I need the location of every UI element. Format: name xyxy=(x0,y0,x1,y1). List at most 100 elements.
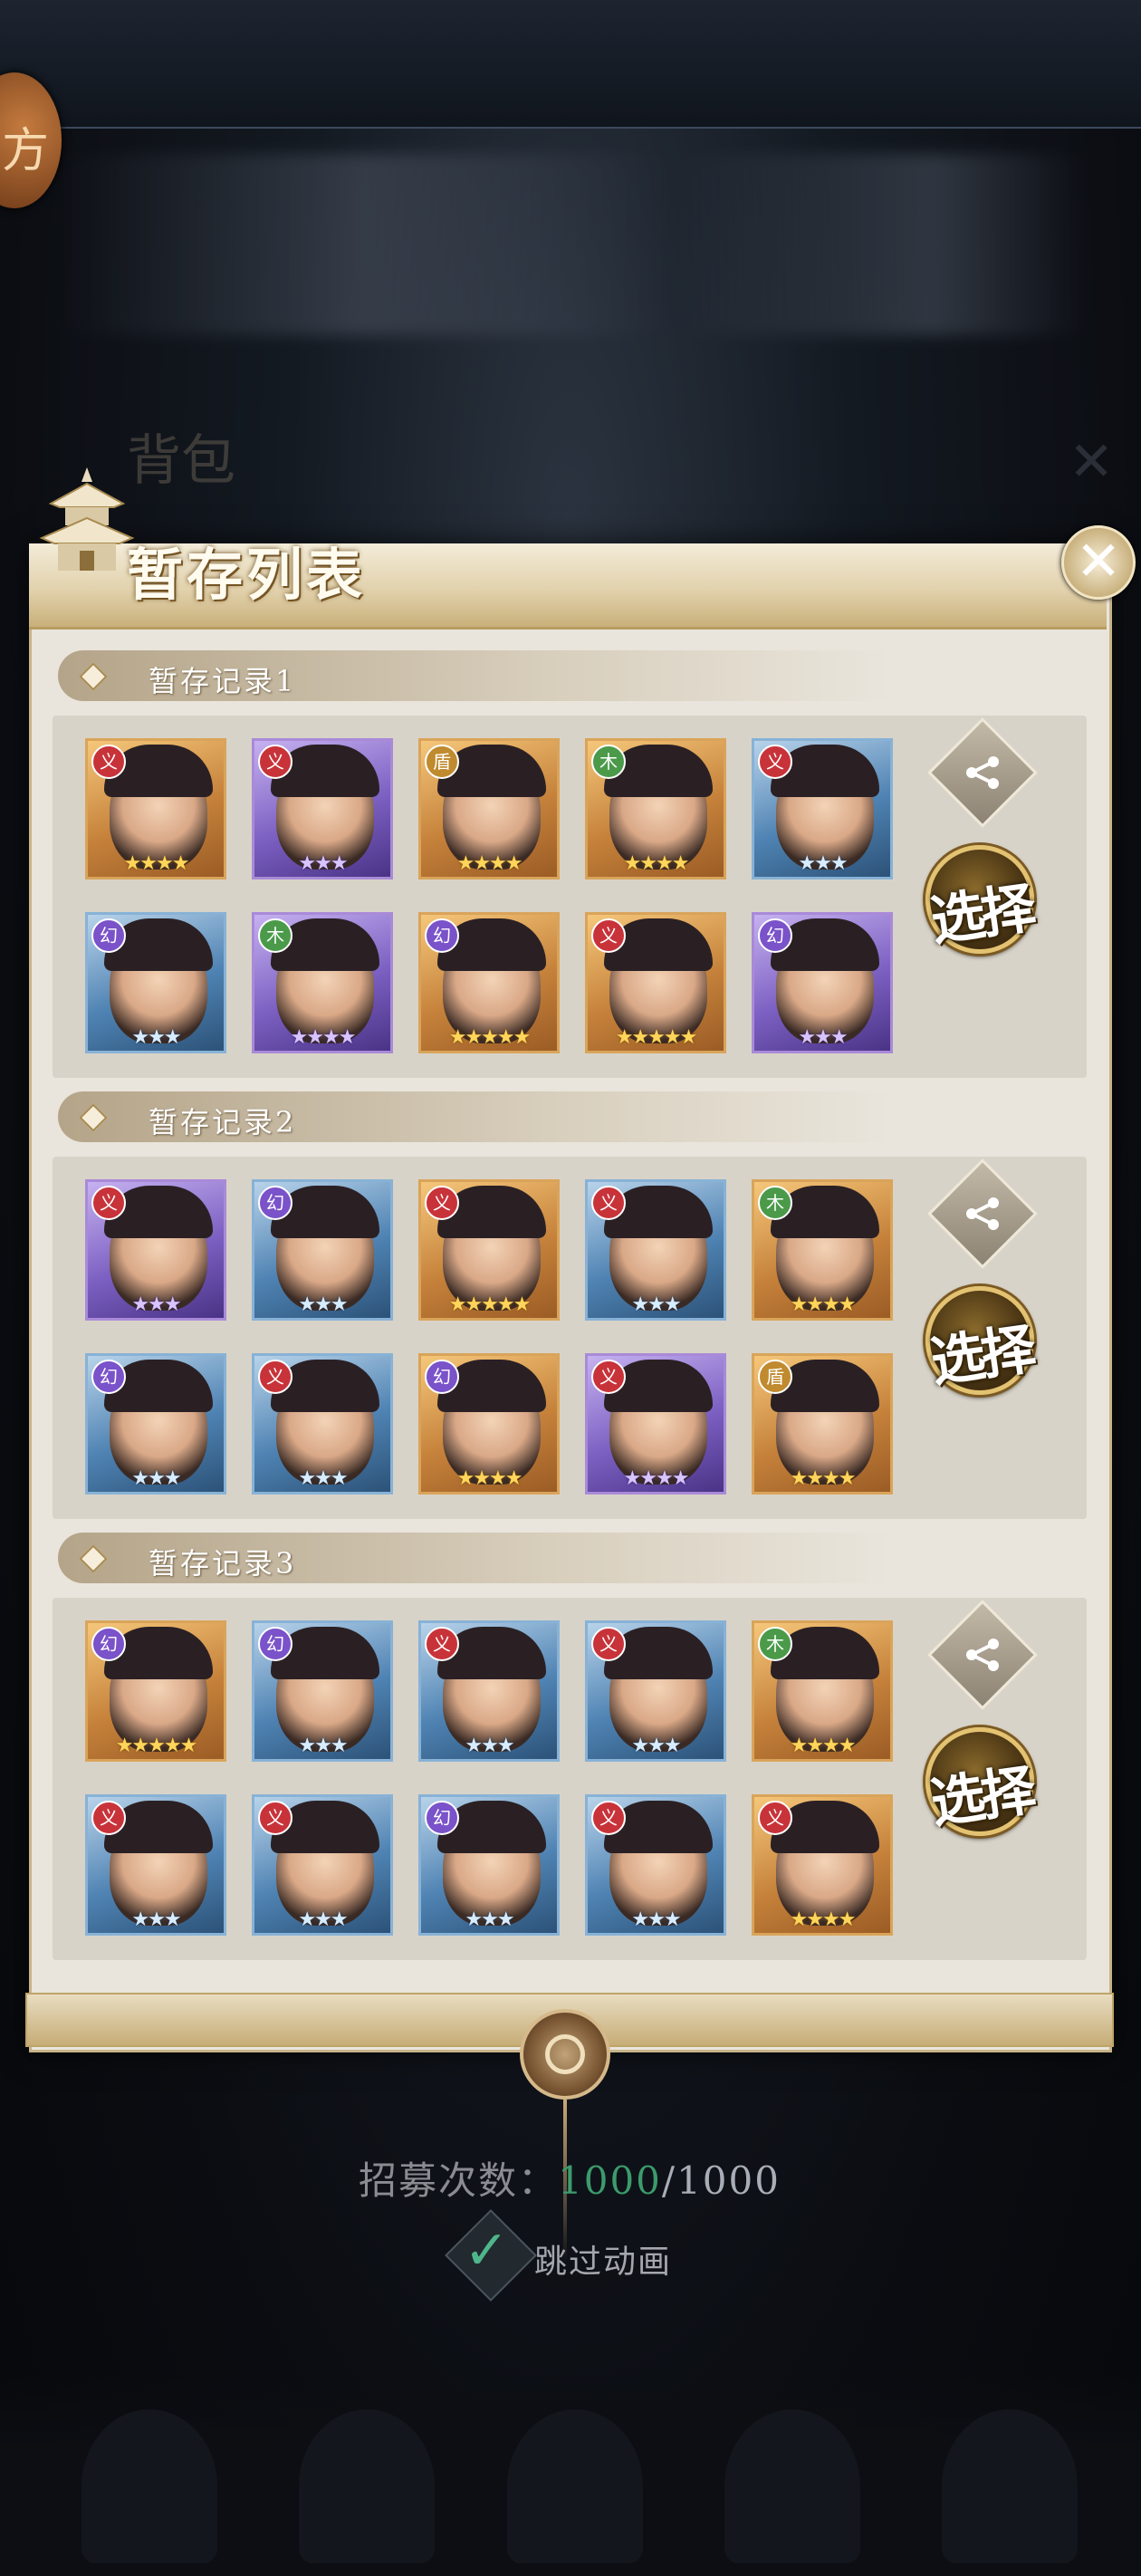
faction-purple-icon: 幻 xyxy=(425,918,459,953)
faction-red-icon: 义 xyxy=(425,1186,459,1220)
star-rating: ★★★ xyxy=(131,1026,181,1049)
skip-animation-label: 跳过动画 xyxy=(534,2244,673,2281)
footer-nav-item xyxy=(299,2409,435,2563)
hero-card[interactable]: 幻 ★★★ xyxy=(85,1353,226,1495)
hero-card[interactable]: 义 ★★★ xyxy=(752,738,893,879)
hero-card[interactable]: 盾 ★★★★ xyxy=(752,1353,893,1495)
faction-purple-icon: 幻 xyxy=(91,918,126,953)
share-icon xyxy=(966,756,999,789)
star-rating: ★★★★ xyxy=(790,1467,857,1490)
medallion-ornament xyxy=(520,2009,610,2100)
faction-red-icon: 义 xyxy=(758,745,792,779)
panel-title: 暂存列表 xyxy=(127,542,367,608)
footer-nav-item xyxy=(82,2409,217,2563)
star-rating: ★★★ xyxy=(298,1908,348,1931)
faction-red-icon: 义 xyxy=(425,1627,459,1661)
faction-red-icon: 义 xyxy=(591,1801,626,1835)
star-rating: ★★★ xyxy=(131,1293,181,1316)
hero-card[interactable]: 幻 ★★★ xyxy=(418,1794,560,1936)
hero-card[interactable]: 幻 ★★★★★ xyxy=(85,1620,226,1762)
star-rating: ★★★★ xyxy=(790,1735,857,1757)
hero-card[interactable]: 义 ★★★★★ xyxy=(585,912,726,1053)
footer-nav-item xyxy=(724,2409,860,2563)
share-icon xyxy=(966,1197,999,1230)
faction-red-icon: 义 xyxy=(591,1186,626,1220)
faction-purple-icon: 幻 xyxy=(91,1360,126,1394)
diamond-icon xyxy=(79,1103,108,1132)
faction-red-icon: 义 xyxy=(91,1186,126,1220)
hero-card[interactable]: 幻 ★★★★★ xyxy=(418,912,560,1053)
hero-card[interactable]: 义 ★★★ xyxy=(85,1794,226,1936)
hero-card[interactable]: 义 ★★★ xyxy=(252,1353,393,1495)
recruit-count: 招募次数：1000/1000 xyxy=(359,2150,781,2206)
faction-gold-icon: 盾 xyxy=(425,745,459,779)
select-button[interactable]: 选择 xyxy=(925,845,1036,954)
star-rating: ★★★★ xyxy=(123,852,190,875)
faction-green-icon: 木 xyxy=(758,1627,792,1661)
hero-card[interactable]: 义 ★★★ xyxy=(252,1794,393,1936)
faction-purple-icon: 幻 xyxy=(91,1627,126,1661)
footer-nav-item xyxy=(507,2409,643,2563)
hero-card[interactable]: 幻 ★★★ xyxy=(252,1179,393,1321)
background-title: 背包 xyxy=(127,429,235,493)
star-rating: ★★★ xyxy=(298,1293,348,1316)
faction-red-icon: 义 xyxy=(91,1801,126,1835)
top-bar xyxy=(0,0,1141,129)
record-label-2: 暂存记录2 xyxy=(58,1091,891,1142)
background-scene xyxy=(54,154,1087,335)
hero-card[interactable]: 义 ★★★★★ xyxy=(418,1179,560,1321)
star-rating: ★★★★★ xyxy=(615,1026,698,1049)
star-rating: ★★★ xyxy=(631,1293,681,1316)
star-rating: ★★★ xyxy=(298,1467,348,1490)
hero-card[interactable]: 木 ★★★★ xyxy=(585,738,726,879)
star-rating: ★★★★ xyxy=(456,852,523,875)
star-rating: ★★★ xyxy=(465,1735,514,1757)
hero-card[interactable]: 义 ★★★★ xyxy=(85,738,226,879)
faction-gold-icon: 盾 xyxy=(758,1360,792,1394)
close-icon: ✕ xyxy=(1075,530,1122,593)
hero-card[interactable]: 义 ★★★★ xyxy=(585,1353,726,1495)
checkmark-icon: ✓ xyxy=(464,2219,510,2283)
corner-badge-label: 方 xyxy=(2,124,50,178)
faction-red-icon: 义 xyxy=(258,1801,292,1835)
star-rating: ★★★ xyxy=(298,852,348,875)
hero-card[interactable]: 义 ★★★ xyxy=(585,1794,726,1936)
record-title: 暂存记录1 xyxy=(149,664,297,698)
star-rating: ★★★ xyxy=(298,1735,348,1757)
hero-card[interactable]: 幻 ★★★ xyxy=(752,912,893,1053)
record-label-1: 暂存记录1 xyxy=(58,650,891,701)
recruit-current: 1000 xyxy=(558,2158,662,2203)
star-rating: ★★★ xyxy=(798,1026,848,1049)
star-rating: ★★★★★ xyxy=(115,1735,198,1757)
hero-card[interactable]: 木 ★★★★ xyxy=(752,1179,893,1321)
hero-card[interactable]: 幻 ★★★ xyxy=(252,1620,393,1762)
star-rating: ★★★ xyxy=(631,1908,681,1931)
star-rating: ★★★ xyxy=(798,852,848,875)
hero-card[interactable]: 幻 ★★★ xyxy=(85,912,226,1053)
recruit-label: 招募次数： xyxy=(359,2158,559,2203)
select-button[interactable]: 选择 xyxy=(925,1727,1036,1836)
hero-card[interactable]: 义 ★★★ xyxy=(85,1179,226,1321)
star-rating: ★★★ xyxy=(131,1908,181,1931)
close-button[interactable]: ✕ xyxy=(1061,525,1136,600)
star-rating: ★★★ xyxy=(131,1467,181,1490)
faction-purple-icon: 幻 xyxy=(758,918,792,953)
hero-card[interactable]: 幻 ★★★★ xyxy=(418,1353,560,1495)
footer-nav-item xyxy=(942,2409,1078,2563)
hero-card[interactable]: 木 ★★★★ xyxy=(752,1620,893,1762)
hero-card[interactable]: 义 ★★★ xyxy=(585,1620,726,1762)
faction-red-icon: 义 xyxy=(258,1360,292,1394)
hero-card[interactable]: 义 ★★★ xyxy=(418,1620,560,1762)
hero-card[interactable]: 义 ★★★ xyxy=(585,1179,726,1321)
hero-card[interactable]: 盾 ★★★★ xyxy=(418,738,560,879)
hero-card[interactable]: 木 ★★★★ xyxy=(252,912,393,1053)
recruit-max: 1000 xyxy=(676,2158,781,2203)
hero-card[interactable]: 义 ★★★ xyxy=(252,738,393,879)
faction-green-icon: 木 xyxy=(591,745,626,779)
star-rating: ★★★★ xyxy=(456,1467,523,1490)
faction-red-icon: 义 xyxy=(91,745,126,779)
select-button[interactable]: 选择 xyxy=(925,1286,1036,1395)
faction-green-icon: 木 xyxy=(758,1186,792,1220)
hero-card[interactable]: 义 ★★★★ xyxy=(752,1794,893,1936)
star-rating: ★★★★ xyxy=(623,852,690,875)
